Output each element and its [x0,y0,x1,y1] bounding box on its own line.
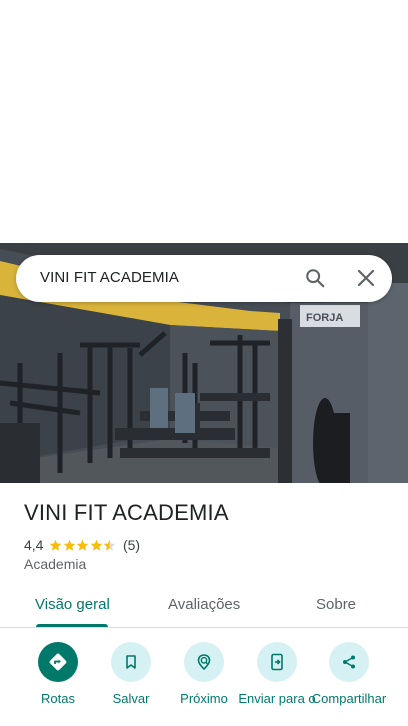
save-button[interactable]: Salvar [91,640,171,706]
star-icon [90,539,103,551]
nearby-icon [184,642,224,682]
map-blank-area [0,0,408,243]
nearby-label: Próximo [180,691,228,706]
place-tabs: Visão geral Avaliações Sobre [0,586,408,628]
photo-sign-text: FORJA [306,312,343,324]
star-icon [77,539,89,551]
search-icon[interactable] [304,267,326,289]
place-title: VINI FIT ACADEMIA [24,500,229,525]
rating-row[interactable]: 4,4 (5) [24,536,140,554]
star-rating [49,539,117,552]
send-to-phone-button[interactable]: Enviar para o [237,640,317,706]
star-icon [63,539,76,551]
tab-about[interactable]: Sobre [316,596,356,613]
share-label: Compartilhar [311,691,387,706]
share-button[interactable]: Compartilhar [309,640,389,706]
directions-label: Rotas [41,691,75,706]
close-icon[interactable] [356,268,376,288]
share-icon [329,642,369,682]
star-icon [50,539,62,551]
search-input[interactable]: VINI FIT ACADEMIA [40,269,179,286]
tabs-divider [0,627,408,628]
save-label: Salvar [112,691,150,706]
send-to-phone-label: Enviar para o [238,691,316,706]
nearby-button[interactable]: Próximo [164,640,244,706]
directions-icon [38,642,78,682]
place-category[interactable]: Academia [24,556,86,572]
send-to-phone-icon [257,642,297,682]
directions-button[interactable]: Rotas [18,640,98,706]
action-bar: Rotas Salvar Próximo Enviar para o Compa… [0,640,408,726]
review-count: (5) [122,537,141,553]
tab-overview[interactable]: Visão geral [35,596,110,613]
bookmark-icon [111,642,151,682]
search-bar[interactable]: VINI FIT ACADEMIA [16,255,392,302]
star-icon [104,539,116,551]
rating-value: 4,4 [24,537,44,553]
tab-reviews[interactable]: Avaliações [168,596,240,613]
